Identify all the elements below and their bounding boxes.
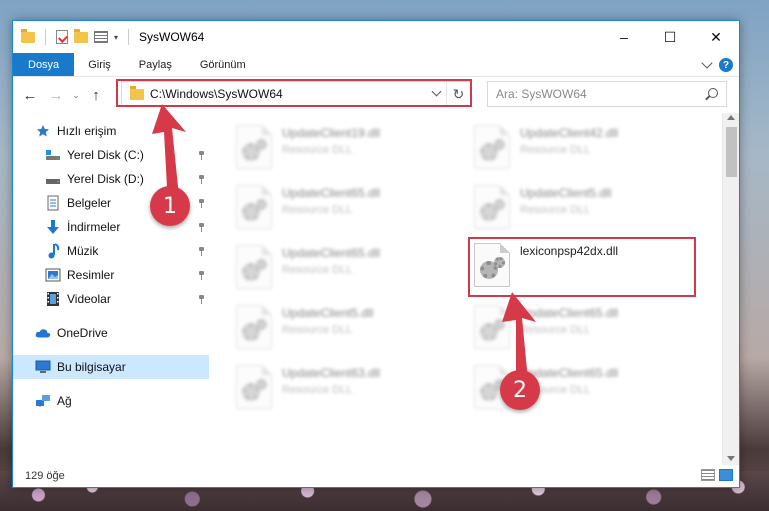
step-1-badge: 1 <box>150 186 190 226</box>
arrow-2 <box>502 292 536 380</box>
annotation-arrows <box>152 104 536 380</box>
step-2-badge: 2 <box>500 370 540 410</box>
